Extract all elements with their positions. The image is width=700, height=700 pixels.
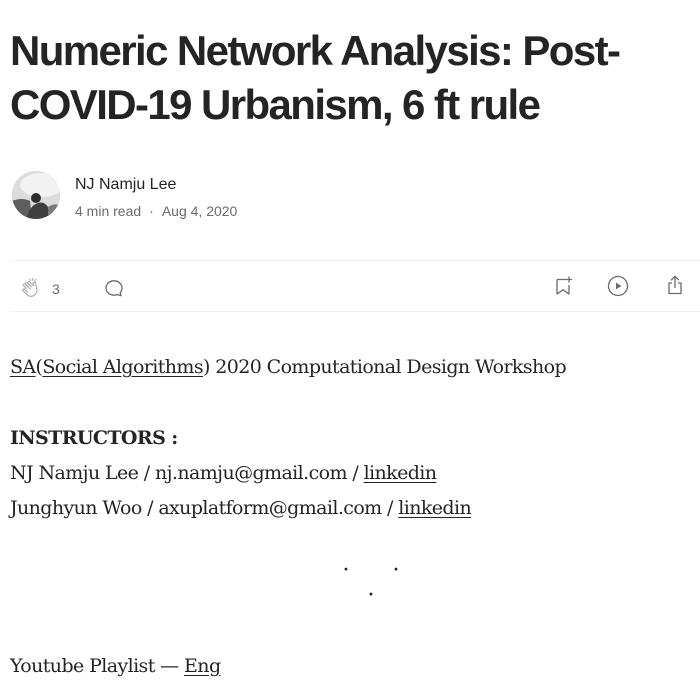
playlist-line: Youtube Playlist — Eng — [10, 655, 221, 677]
play-icon — [607, 275, 629, 297]
playlist-eng-link[interactable]: Eng — [184, 655, 221, 677]
publish-date: Aug 4, 2020 — [161, 203, 238, 219]
share-icon — [668, 275, 682, 295]
save-bookmark-button[interactable] — [551, 274, 575, 298]
article-title: Numeric Network Analysis: Post-COVID-19 … — [10, 27, 621, 128]
clap-button[interactable]: 3 — [20, 277, 60, 301]
comment-icon — [105, 280, 123, 297]
author-name[interactable]: NJ Namju Lee — [75, 176, 176, 194]
instructor-line-1: NJ Namju Lee / nj.namju@gmail.com / link… — [10, 462, 437, 484]
section-separator: · · · — [342, 558, 418, 608]
clap-icon — [22, 277, 38, 297]
sa-link[interactable]: SA — [10, 356, 36, 378]
instructor-2-text: Junghyun Woo / axuplatform@gmail.com / — [10, 497, 399, 519]
instructor-1-linkedin-link[interactable]: linkedin — [364, 462, 437, 484]
listen-button[interactable] — [606, 274, 630, 298]
comment-button[interactable] — [102, 276, 126, 300]
instructor-line-2: Junghyun Woo / axuplatform@gmail.com / l… — [10, 497, 472, 519]
instructor-2-linkedin-link[interactable]: linkedin — [398, 497, 471, 519]
workshop-text: ) 2020 Computational Design Workshop — [203, 356, 567, 378]
read-time: 4 min read — [75, 203, 142, 219]
workshop-line: SA(Social Algorithms) 2020 Computational… — [10, 356, 567, 378]
playlist-text: Youtube Playlist — — [10, 655, 185, 677]
clap-count: 3 — [52, 281, 60, 297]
article-action-bar: 3 — [10, 260, 700, 312]
bookmark-add-icon — [556, 276, 573, 295]
article-meta: 4 min read · Aug 4, 2020 — [75, 203, 237, 219]
instructors-heading: INSTRUCTORS : — [10, 427, 178, 449]
avatar-photo-icon — [12, 171, 60, 219]
meta-separator: · — [149, 203, 154, 219]
share-button[interactable] — [663, 273, 687, 297]
author-byline: NJ Namju Lee 4 min read · Aug 4, 2020 — [12, 171, 412, 219]
author-avatar[interactable] — [12, 171, 60, 219]
social-algorithms-link[interactable]: Social Algorithms — [42, 356, 203, 378]
instructor-1-text: NJ Namju Lee / nj.namju@gmail.com / — [10, 462, 364, 484]
